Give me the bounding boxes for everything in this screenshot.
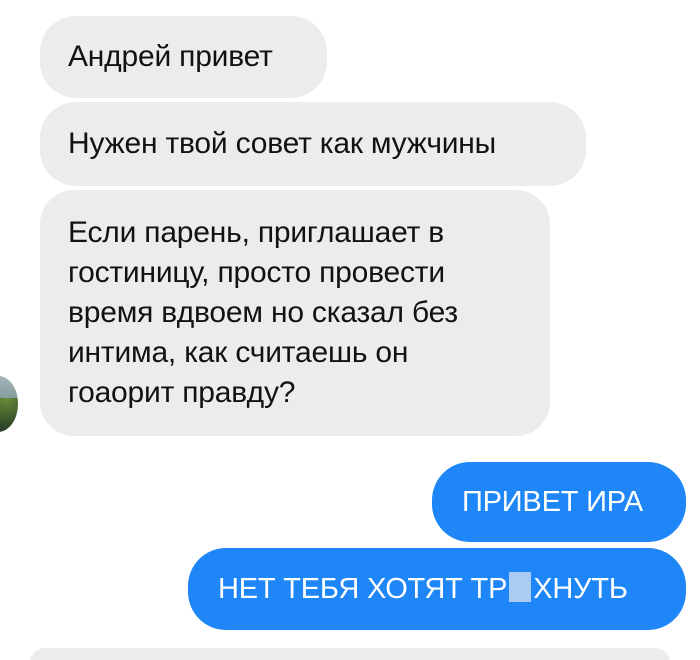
message-text: Нужен твой совет как мужчины (68, 127, 497, 160)
incoming-message[interactable]: Если парень, приглашает в гостиницу, про… (40, 190, 550, 436)
censor-block (509, 572, 532, 602)
message-text-part: ХНУТЬ (533, 573, 628, 605)
chat-thread: Андрей привет Нужен твой совет как мужчи… (0, 0, 700, 660)
incoming-message[interactable]: Нужен твой совет как мужчины (40, 102, 586, 186)
outgoing-message[interactable]: ПРИВЕТ ИРА (432, 462, 686, 542)
message-line: гостиницу, просто провести (68, 256, 445, 289)
incoming-message[interactable]: Андрей привет (40, 16, 327, 98)
message-text: ПРИВЕТ ИРА (462, 486, 644, 518)
message-line: время вдвоем но сказал без (68, 296, 458, 329)
next-message-edge (30, 648, 670, 660)
message-text-part: НЕТ ТЕБЯ ХОТЯТ ТР (218, 573, 508, 605)
message-line: Если парень, приглашает в (68, 216, 445, 249)
outgoing-message[interactable]: НЕТ ТЕБЯ ХОТЯТ ТР ХНУТЬ (188, 548, 686, 630)
message-line: интима, как считаешь он (68, 336, 409, 369)
message-text: Андрей привет (68, 40, 273, 73)
contact-avatar-icon[interactable] (0, 376, 18, 432)
message-line: гоаорит правду? (68, 376, 296, 409)
